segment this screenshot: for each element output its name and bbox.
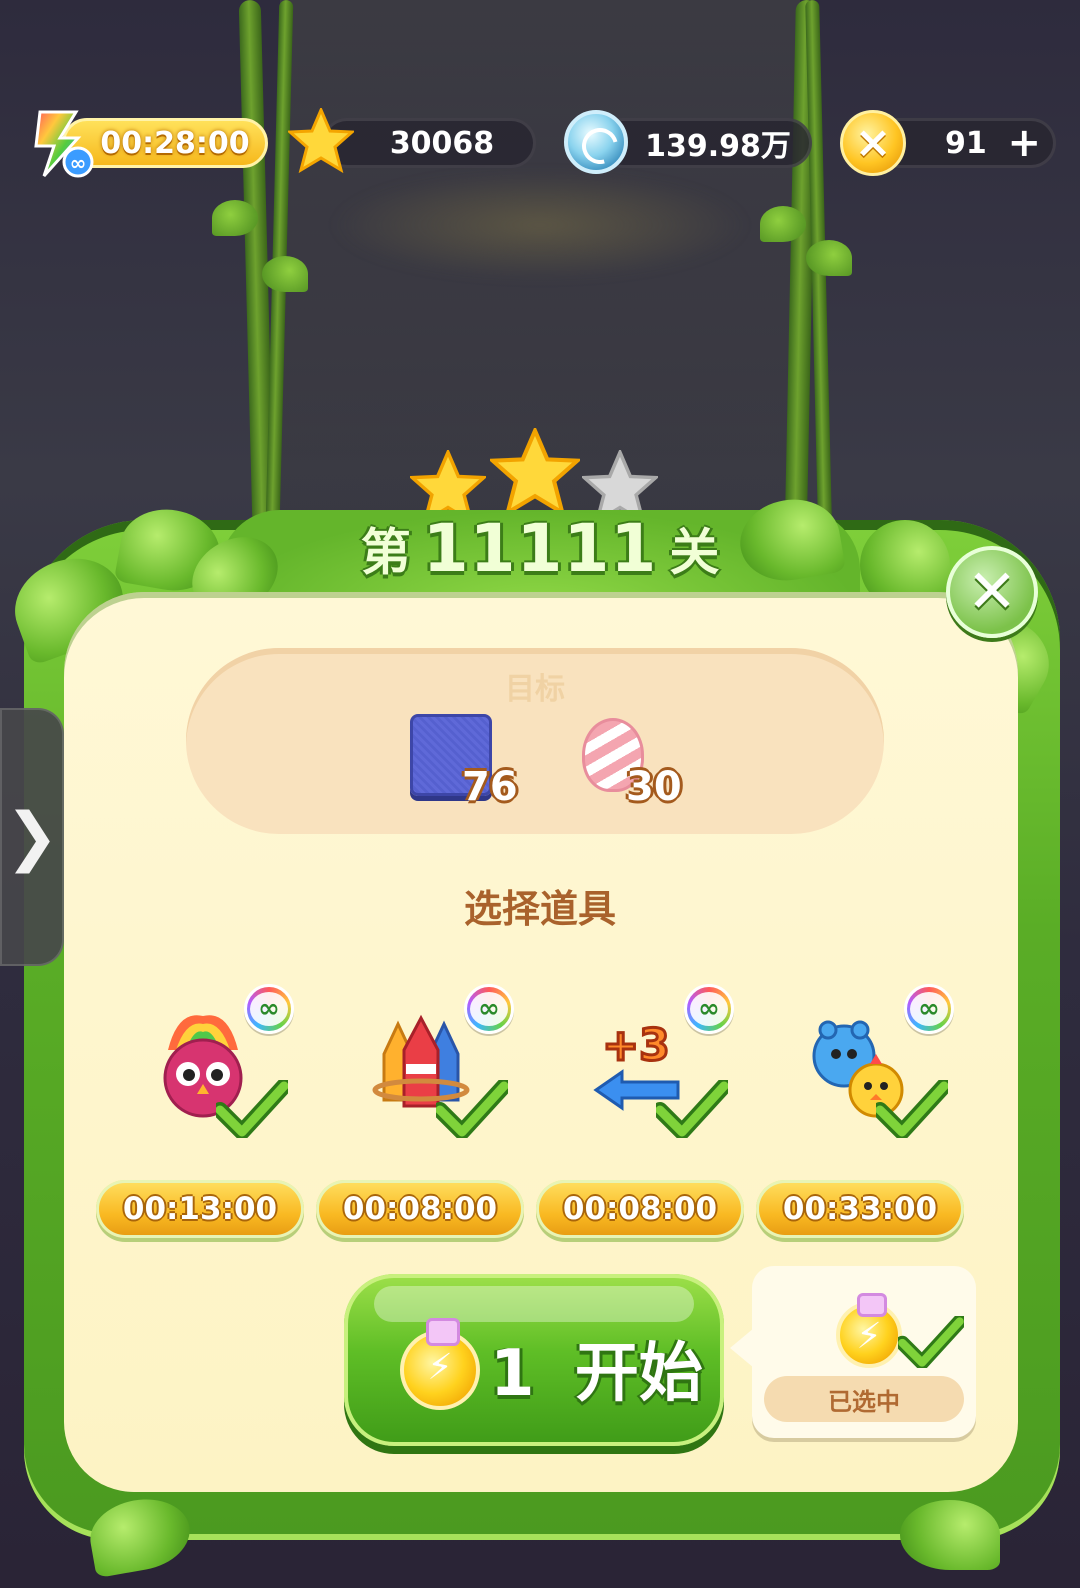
vine-leaf <box>806 240 852 276</box>
target-box: 目标 <box>186 648 884 834</box>
goal-count-candy: 30 <box>626 764 682 810</box>
level-number: 11111 <box>422 510 658 587</box>
unlimited-badge: ∞ <box>244 984 294 1034</box>
goal-count-blue-tile: 76 <box>462 764 518 810</box>
checkmark-icon <box>656 1080 728 1138</box>
svg-text:∞: ∞ <box>70 151 87 175</box>
checkmark-icon <box>436 1080 508 1138</box>
booster-slot-2[interactable]: ∞ <box>360 984 514 1140</box>
unlimited-badge: ∞ <box>904 984 954 1034</box>
star-icon <box>288 108 354 174</box>
boosters-title: 选择道具 <box>463 887 616 931</box>
level-title: 第 11111 关 <box>0 510 1080 587</box>
side-drawer-tab[interactable]: ❯ <box>0 708 64 966</box>
booster-slot-1[interactable]: ∞ <box>140 984 294 1140</box>
energy-timer: 00:28:00 <box>100 125 250 161</box>
add-coins-button[interactable]: + <box>1007 121 1041 165</box>
infinity-icon: ∞ <box>690 992 728 1026</box>
booster-timer-4: 00:33:00 <box>756 1180 964 1238</box>
svg-text:+3: +3 <box>602 1020 669 1071</box>
close-button[interactable]: ✕ <box>946 546 1038 638</box>
gems-pill: 139.98万 <box>598 118 812 168</box>
booster-timer-1: 00:13:00 <box>96 1180 304 1238</box>
infinity-icon: ∞ <box>910 992 948 1026</box>
gems-count: 139.98万 <box>645 129 791 164</box>
start-cost: 1 <box>490 1337 535 1411</box>
background-glow <box>330 170 750 280</box>
stars-count: 30068 <box>389 125 495 161</box>
gem-icon <box>564 110 628 174</box>
booster-slot-3[interactable]: +3 ∞ <box>580 984 734 1140</box>
coins-count: 91 <box>945 125 987 161</box>
target-label: 目标 <box>505 672 565 707</box>
start-button-label[interactable]: 1 开始 <box>490 1322 703 1414</box>
energy-potion-icon <box>836 1293 902 1368</box>
infinity-icon: ∞ <box>470 992 508 1026</box>
infinity-icon: ∞ <box>250 992 288 1026</box>
checkmark-icon <box>876 1080 948 1138</box>
coin-icon <box>840 110 906 176</box>
vine-leaf <box>262 256 308 292</box>
selected-status-label: 已选中 <box>764 1376 964 1422</box>
unlimited-badge: ∞ <box>684 984 734 1034</box>
close-icon: ✕ <box>966 557 1018 627</box>
energy-potion-icon <box>400 1318 480 1410</box>
unlimited-badge: ∞ <box>464 984 514 1034</box>
vine-leaf <box>212 200 258 236</box>
level-prefix: 第 <box>360 523 411 582</box>
booster-timer-3: 00:08:00 <box>536 1180 744 1238</box>
level-suffix: 关 <box>669 523 720 582</box>
chevron-right-icon: ❯ <box>5 800 59 874</box>
checkmark-icon <box>898 1316 964 1368</box>
vine-leaf <box>760 206 806 242</box>
booster-timer-2: 00:08:00 <box>316 1180 524 1238</box>
start-text: 开始 <box>574 1337 703 1411</box>
button-gloss <box>374 1286 694 1322</box>
stars-pill: 30068 <box>322 118 536 168</box>
rating-star-filled <box>490 428 580 517</box>
booster-slot-4[interactable]: ∞ <box>800 984 954 1140</box>
unlimited-energy-icon: ∞ <box>34 110 94 178</box>
checkmark-icon <box>216 1080 288 1138</box>
panel-leaf <box>900 1500 1000 1570</box>
top-hud: 00:28:00 30068 139.98万 91 + <box>0 112 1080 170</box>
